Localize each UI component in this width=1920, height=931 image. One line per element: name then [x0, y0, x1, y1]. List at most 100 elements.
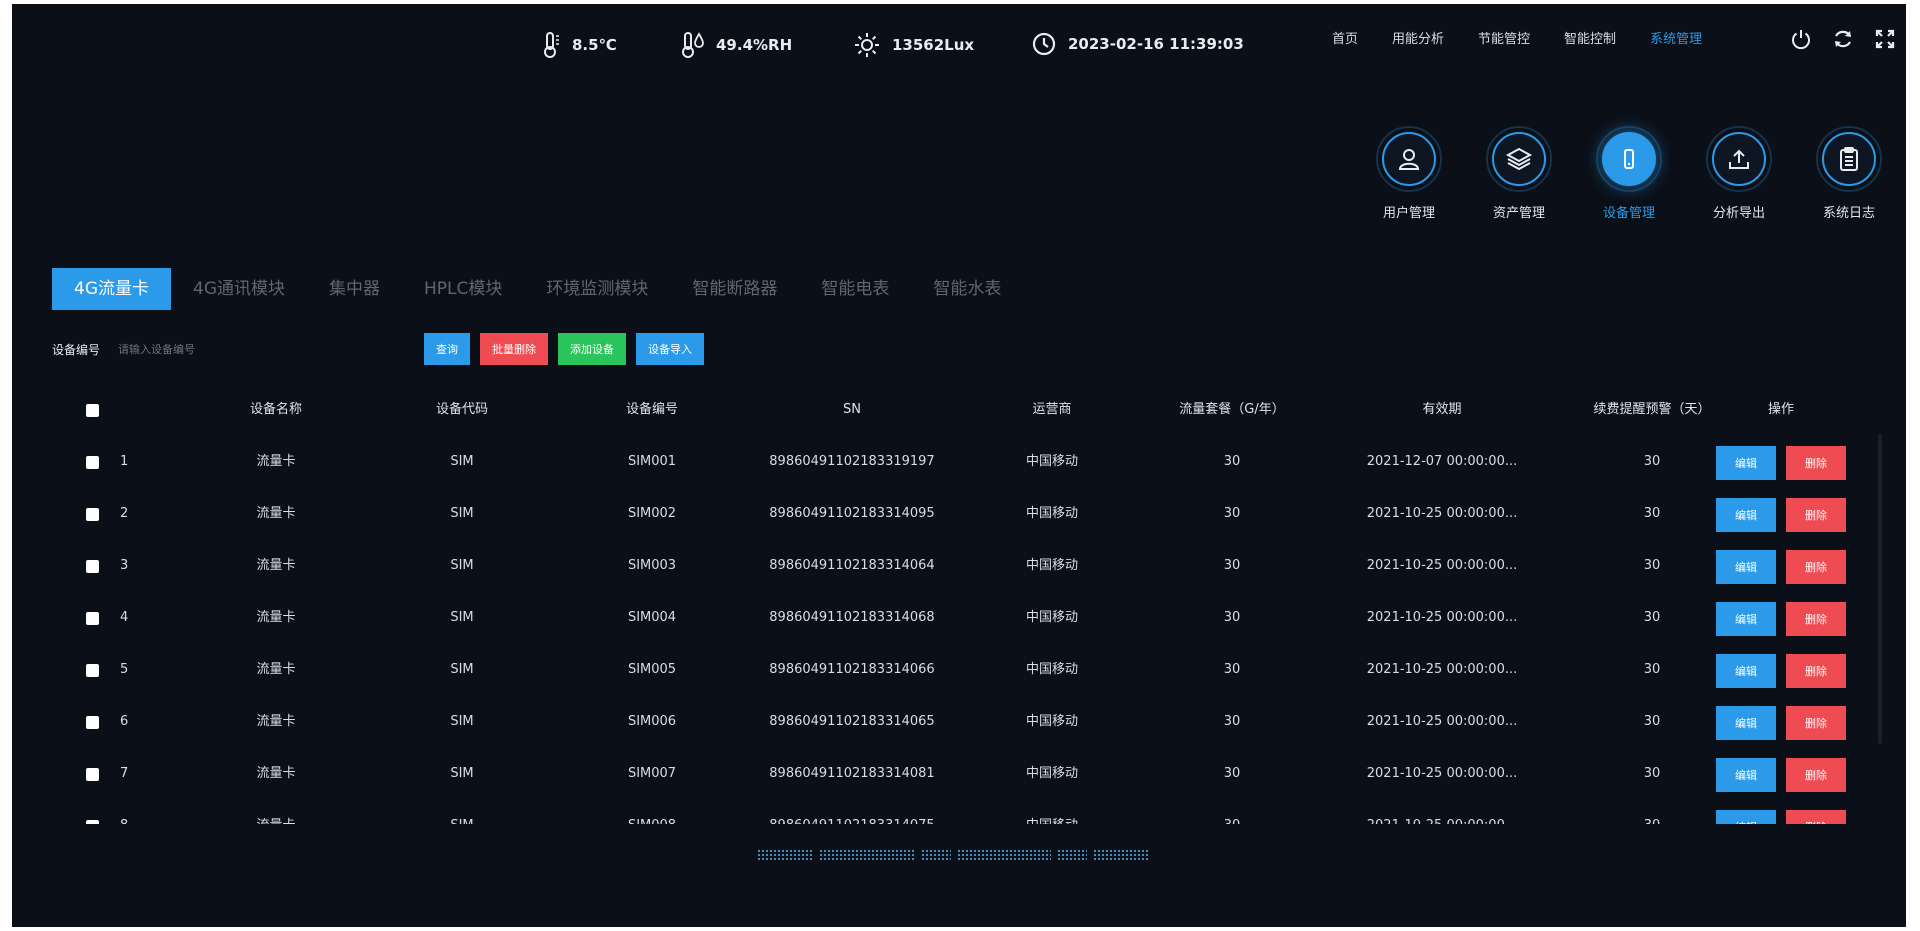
- row-checkbox[interactable]: [86, 716, 99, 729]
- pagination[interactable]: [757, 849, 1149, 861]
- delete-button[interactable]: 删除: [1786, 706, 1846, 740]
- validity-cell: 2021-10-25 00:00:00...: [1366, 714, 1518, 729]
- tab-smart-water-meter[interactable]: 智能水表: [911, 268, 1023, 310]
- illuminance-readout: 13562Lux: [854, 32, 974, 58]
- edit-button[interactable]: 编辑: [1716, 602, 1776, 636]
- tab-smart-breaker[interactable]: 智能断路器: [670, 268, 799, 310]
- row-checkbox[interactable]: [86, 456, 99, 469]
- device-no-input[interactable]: [118, 335, 319, 363]
- func-analysis-export[interactable]: 分析导出: [1684, 126, 1794, 221]
- device-table: 设备名称 设备代码 设备编号 SN 运营商 流量套餐（G/年） 有效期 续费提醒…: [52, 384, 1894, 824]
- row-index: 7: [120, 766, 129, 781]
- nav-home[interactable]: 首页: [1332, 28, 1358, 47]
- tab-smart-meter[interactable]: 智能电表: [799, 268, 911, 310]
- nav-energy-analysis[interactable]: 用能分析: [1392, 28, 1444, 47]
- table-row: 4 流量卡 SIM SIM004 89860491102183314068 中国移动 30 2…: [52, 592, 1894, 644]
- sn-cell: 89860491102183314095: [769, 506, 935, 521]
- func-device-management[interactable]: 设备管理: [1574, 126, 1684, 221]
- upload-icon: [1729, 149, 1749, 169]
- device-code-cell: SIM: [450, 766, 474, 781]
- delete-button[interactable]: 删除: [1786, 810, 1846, 824]
- device-code-cell: SIM: [450, 714, 474, 729]
- table-row: 2 流量卡 SIM SIM002 89860491102183314095 中国移动 30 2…: [52, 488, 1894, 540]
- sn-cell: 89860491102183314065: [769, 714, 935, 729]
- tab-concentrator[interactable]: 集中器: [307, 268, 402, 310]
- sn-cell: 89860491102183314064: [769, 558, 935, 573]
- device-code-cell: SIM: [450, 662, 474, 677]
- func-asset-management[interactable]: 资产管理: [1464, 126, 1574, 221]
- humidity-icon: [682, 32, 704, 58]
- layers-icon: [1505, 147, 1533, 171]
- row-index: 3: [120, 558, 129, 573]
- tab-hplc-module[interactable]: HPLC模块: [402, 268, 524, 310]
- sn-cell: 89860491102183314066: [769, 662, 935, 677]
- power-button[interactable]: [1788, 26, 1814, 52]
- nav-energy-control[interactable]: 节能管控: [1478, 28, 1530, 47]
- fullscreen-button[interactable]: [1872, 26, 1898, 52]
- func-label: 用户管理: [1382, 206, 1435, 221]
- tab-4g-sim-card[interactable]: 4G流量卡: [52, 268, 171, 310]
- validity-cell: 2021-12-07 00:00:00...: [1366, 454, 1518, 469]
- query-button[interactable]: 查询: [424, 333, 471, 365]
- add-device-button[interactable]: 添加设备: [558, 333, 627, 365]
- user-icon: [1398, 149, 1420, 170]
- edit-button[interactable]: 编辑: [1716, 498, 1776, 532]
- device-no-cell: SIM008: [592, 800, 712, 824]
- edit-button[interactable]: 编辑: [1716, 654, 1776, 688]
- select-all-checkbox[interactable]: [86, 404, 99, 417]
- import-device-button[interactable]: 设备导入: [636, 333, 705, 365]
- table-row: 1 流量卡 SIM SIM001 89860491102183319197 中国移动 30 2…: [52, 436, 1894, 488]
- plan-cell: 30: [1223, 454, 1241, 469]
- row-checkbox[interactable]: [86, 768, 99, 781]
- tab-env-monitor-module[interactable]: 环境监测模块: [524, 268, 670, 310]
- col-carrier: 运营商: [1032, 402, 1072, 417]
- delete-button[interactable]: 删除: [1786, 550, 1846, 584]
- edit-button[interactable]: 编辑: [1716, 810, 1776, 824]
- carrier-cell: 中国移动: [1025, 610, 1078, 625]
- temperature-readout: 8.5℃: [542, 32, 617, 58]
- temperature-value: 8.5℃: [572, 36, 617, 54]
- plan-cell: 30: [1132, 800, 1332, 824]
- device-name-cell: 流量卡: [256, 558, 296, 573]
- func-system-log[interactable]: 系统日志: [1794, 126, 1904, 221]
- func-user-management[interactable]: 用户管理: [1354, 126, 1464, 221]
- table-row: 7 流量卡 SIM SIM007 89860491102183314081 中国移动 30 2…: [52, 748, 1894, 800]
- tab-4g-comm-module[interactable]: 4G通讯模块: [171, 268, 307, 310]
- app-screen: 8.5℃ 49.4%RH 13562Lux 2023-02-16 11:39:0…: [12, 4, 1906, 927]
- edit-button[interactable]: 编辑: [1716, 758, 1776, 792]
- row-checkbox[interactable]: [86, 612, 99, 625]
- function-menu: 用户管理 资产管理 设备管理 分析导出 系统日志: [1354, 126, 1904, 221]
- device-no-label: 设备编号: [52, 342, 101, 357]
- top-nav: 首页 用能分析 节能管控 智能控制 系统管理: [1332, 28, 1736, 47]
- carrier-cell: 中国移动: [1025, 662, 1078, 677]
- row-checkbox[interactable]: [86, 820, 99, 824]
- delete-button[interactable]: 删除: [1786, 498, 1846, 532]
- nav-system-management[interactable]: 系统管理: [1650, 28, 1702, 47]
- row-checkbox[interactable]: [86, 664, 99, 677]
- device-name-cell: 流量卡: [216, 800, 336, 824]
- carrier-cell: 中国移动: [1025, 766, 1078, 781]
- row-checkbox[interactable]: [86, 560, 99, 573]
- edit-button[interactable]: 编辑: [1716, 706, 1776, 740]
- delete-button[interactable]: 删除: [1786, 654, 1846, 688]
- batch-delete-button[interactable]: 批量删除: [480, 333, 549, 365]
- delete-button[interactable]: 删除: [1786, 446, 1846, 480]
- row-index: 8: [120, 800, 160, 824]
- func-label: 分析导出: [1712, 206, 1765, 221]
- func-label: 设备管理: [1602, 206, 1655, 221]
- sn-cell: 89860491102183314081: [769, 766, 935, 781]
- delete-button[interactable]: 删除: [1786, 758, 1846, 792]
- row-checkbox[interactable]: [86, 508, 99, 521]
- refresh-button[interactable]: [1830, 26, 1856, 52]
- table-scrollbar[interactable]: [1878, 434, 1882, 744]
- edit-button[interactable]: 编辑: [1716, 446, 1776, 480]
- device-no-cell: SIM006: [627, 714, 677, 729]
- edit-button[interactable]: 编辑: [1716, 550, 1776, 584]
- col-device-code: 设备代码: [435, 402, 488, 417]
- nav-smart-control[interactable]: 智能控制: [1564, 28, 1616, 47]
- func-label: 资产管理: [1492, 206, 1545, 221]
- carrier-cell: 中国移动: [1025, 506, 1078, 521]
- delete-button[interactable]: 删除: [1786, 602, 1846, 636]
- device-name-cell: 流量卡: [256, 454, 296, 469]
- plan-cell: 30: [1223, 662, 1241, 677]
